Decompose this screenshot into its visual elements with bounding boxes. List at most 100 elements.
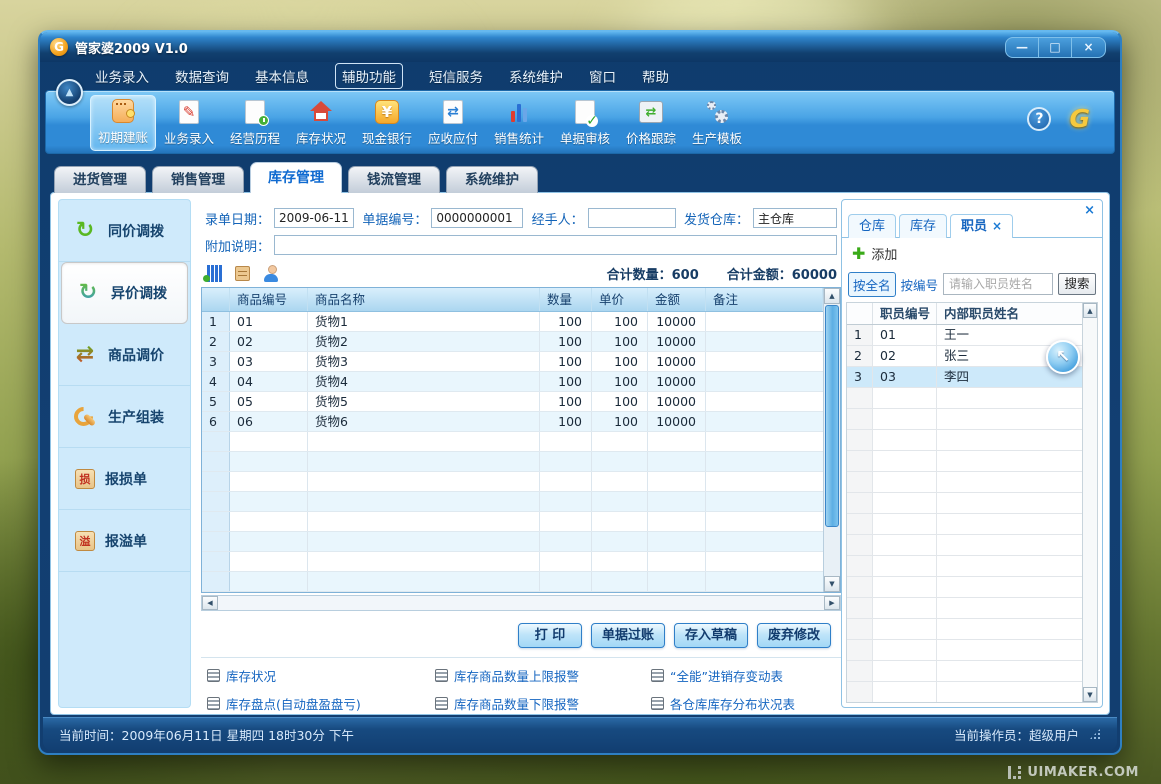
table-row-empty[interactable] <box>202 492 823 512</box>
panel-close-icon[interactable]: × <box>1084 203 1095 218</box>
staff-row[interactable]: 1 01 王一 <box>847 325 1082 346</box>
link-stocktaking[interactable]: 库存盘点(自动盘盈盘亏) <box>207 694 435 713</box>
staff-row-empty[interactable] <box>847 409 1082 430</box>
staff-row-empty[interactable] <box>847 388 1082 409</box>
link-upper-limit-alarm[interactable]: 库存商品数量上限报警 <box>435 666 651 685</box>
staff-row-selected[interactable]: 3 03 李四 <box>847 367 1082 388</box>
menu-item-basic-info[interactable]: 基本信息 <box>255 66 309 86</box>
panel-tab-warehouse[interactable]: 仓库 <box>848 214 896 238</box>
table-row-empty[interactable] <box>202 432 823 452</box>
staff-row-empty[interactable] <box>847 514 1082 535</box>
link-inventory-status[interactable]: 库存状况 <box>207 666 435 685</box>
toolbar-item-receivable-payable[interactable]: ⇄ 应收应付 <box>420 95 486 151</box>
sidebar-item-same-price-transfer[interactable]: ↻ 同价调拨 <box>59 200 190 262</box>
resize-grip[interactable] <box>1089 728 1101 740</box>
staff-row-empty[interactable] <box>847 661 1082 682</box>
staff-row-empty[interactable] <box>847 640 1082 661</box>
staff-scrollbar[interactable]: ▲ ▼ <box>1082 303 1097 702</box>
menu-item-system-maintenance[interactable]: 系统维护 <box>509 66 563 86</box>
table-row[interactable]: 2 02 货物2 100 100 10000 <box>202 332 823 352</box>
link-lower-limit-alarm[interactable]: 库存商品数量下限报警 <box>435 694 651 713</box>
minimize-button[interactable]: — <box>1006 38 1039 57</box>
sidebar-item-product-repricing[interactable]: ⇄ 商品调价 <box>59 324 190 386</box>
toolbar-item-price-tracking[interactable]: ⇄ 价格跟踪 <box>618 95 684 151</box>
filter-by-code[interactable]: 按编号 <box>901 275 939 294</box>
staff-row-empty[interactable] <box>847 598 1082 619</box>
sidebar-item-loss-report[interactable]: 损 报损单 <box>59 448 190 510</box>
print-button[interactable]: 打 印 <box>518 623 582 648</box>
toolbar-item-business-history[interactable]: 经营历程 <box>222 95 288 151</box>
filter-by-fullname[interactable]: 按全名 <box>848 272 896 297</box>
menu-item-data-query[interactable]: 数据查询 <box>175 66 229 86</box>
menu-item-sms-service[interactable]: 短信服务 <box>429 66 483 86</box>
table-row-empty[interactable] <box>202 532 823 552</box>
discard-changes-button[interactable]: 废弃修改 <box>757 623 831 648</box>
toolbar-item-production-template[interactable]: 生产模板 <box>684 95 750 151</box>
tab-inventory-management[interactable]: 库存管理 <box>250 162 342 193</box>
add-staff-button[interactable]: ✚ 添加 <box>852 244 897 263</box>
maximize-button[interactable]: □ <box>1039 38 1072 57</box>
sidebar-item-production-assembly[interactable]: 生产组装 <box>59 386 190 448</box>
link-allround-change-report[interactable]: “全能”进销存变动表 <box>651 666 829 685</box>
scroll-down-icon[interactable]: ▼ <box>824 576 840 592</box>
save-draft-button[interactable]: 存入草稿 <box>674 623 748 648</box>
handler-input[interactable] <box>588 208 676 228</box>
toolbar-item-cash-bank[interactable]: ¥ 现金银行 <box>354 95 420 151</box>
horizontal-scrollbar[interactable]: ◀ ▶ <box>201 595 841 611</box>
staff-row-empty[interactable] <box>847 556 1082 577</box>
scrollbar-thumb[interactable] <box>825 305 839 527</box>
date-input[interactable] <box>274 208 354 228</box>
staff-row-empty[interactable] <box>847 577 1082 598</box>
toolbar-collapse-button[interactable]: ▲ <box>56 79 83 106</box>
toolbar-item-business-entry[interactable]: ✎ 业务录入 <box>156 95 222 151</box>
tab-close-icon[interactable]: × <box>992 219 1002 233</box>
staff-row-empty[interactable] <box>847 472 1082 493</box>
help-icon[interactable]: ? <box>1027 107 1051 131</box>
scroll-right-icon[interactable]: ▶ <box>824 596 840 610</box>
table-row[interactable]: 6 06 货物6 100 100 10000 <box>202 412 823 432</box>
sidebar-item-diff-price-transfer[interactable]: ↻ 异价调拨 <box>61 262 188 324</box>
table-row-empty[interactable] <box>202 552 823 572</box>
table-row[interactable]: 4 04 货物4 100 100 10000 <box>202 372 823 392</box>
scroll-up-icon[interactable]: ▲ <box>824 288 840 304</box>
table-row-empty[interactable] <box>202 512 823 532</box>
tab-system-maintenance[interactable]: 系统维护 <box>446 166 538 193</box>
table-row-empty[interactable] <box>202 572 823 592</box>
toolbar-item-document-audit[interactable]: ✓ 单据审核 <box>552 95 618 151</box>
inventory-picker-icon[interactable] <box>235 266 250 281</box>
scroll-up-icon[interactable]: ▲ <box>1083 303 1097 318</box>
search-button[interactable]: 搜索 <box>1058 273 1096 295</box>
post-document-button[interactable]: 单据过账 <box>591 623 665 648</box>
tab-cashflow-management[interactable]: 钱流管理 <box>348 166 440 193</box>
menu-item-help[interactable]: 帮助 <box>642 66 669 86</box>
close-button[interactable]: × <box>1072 38 1105 57</box>
staff-row-empty[interactable] <box>847 430 1082 451</box>
staff-row-empty[interactable] <box>847 451 1082 472</box>
table-row[interactable]: 1 01 货物1 100 100 10000 <box>202 312 823 332</box>
table-row-empty[interactable] <box>202 452 823 472</box>
panel-tab-staff[interactable]: 职员× <box>950 214 1013 238</box>
table-row[interactable]: 3 03 货物3 100 100 10000 <box>202 352 823 372</box>
staff-search-input[interactable] <box>943 273 1053 295</box>
staff-row-empty[interactable] <box>847 535 1082 556</box>
table-row-empty[interactable] <box>202 472 823 492</box>
staff-row-empty[interactable] <box>847 619 1082 640</box>
doc-number-input[interactable] <box>431 208 523 228</box>
vertical-scrollbar[interactable]: ▲ ▼ <box>823 288 840 592</box>
sidebar-item-surplus-report[interactable]: 溢 报溢单 <box>59 510 190 572</box>
tab-sales-management[interactable]: 销售管理 <box>152 166 244 193</box>
staff-row-empty[interactable] <box>847 682 1082 702</box>
scroll-down-icon[interactable]: ▼ <box>1083 687 1097 702</box>
menu-item-window[interactable]: 窗口 <box>589 66 616 86</box>
note-input[interactable] <box>274 235 837 255</box>
toolbar-item-inventory-status[interactable]: 库存状况 <box>288 95 354 151</box>
table-row[interactable]: 5 05 货物5 100 100 10000 <box>202 392 823 412</box>
scroll-left-icon[interactable]: ◀ <box>202 596 218 610</box>
staff-row-empty[interactable] <box>847 493 1082 514</box>
panel-tab-inventory[interactable]: 库存 <box>899 214 947 238</box>
toolbar-item-sales-statistics[interactable]: 销售统计 <box>486 95 552 151</box>
link-warehouse-distribution[interactable]: 各仓库库存分布状况表 <box>651 694 829 713</box>
staff-picker-icon[interactable] <box>263 265 279 282</box>
warehouse-picker-icon[interactable] <box>207 265 222 282</box>
menu-item-business-entry[interactable]: 业务录入 <box>95 66 149 86</box>
